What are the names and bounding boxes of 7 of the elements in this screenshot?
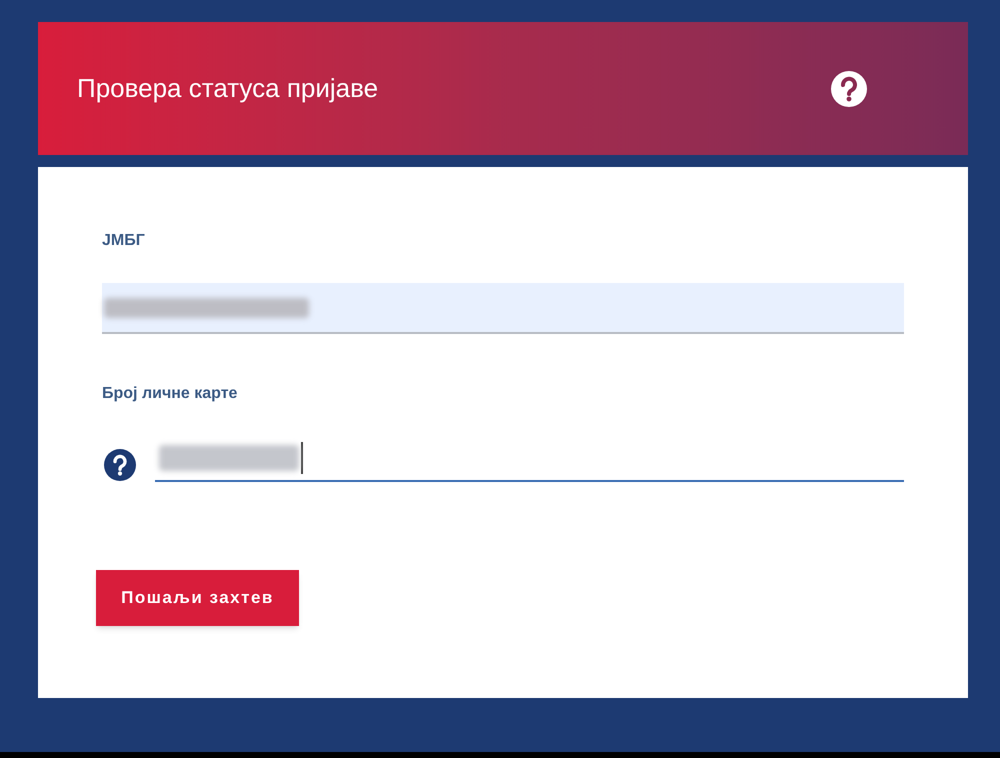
field-label: ЈМБГ xyxy=(102,231,146,251)
field-label: Број личне карте xyxy=(102,384,238,404)
help-icon[interactable] xyxy=(104,449,136,481)
page-title: Провера статуса пријаве xyxy=(77,72,378,105)
submit-button[interactable]: Пошаљи захтев xyxy=(96,570,299,626)
input-field[interactable] xyxy=(102,283,904,334)
help-icon[interactable] xyxy=(830,70,868,108)
